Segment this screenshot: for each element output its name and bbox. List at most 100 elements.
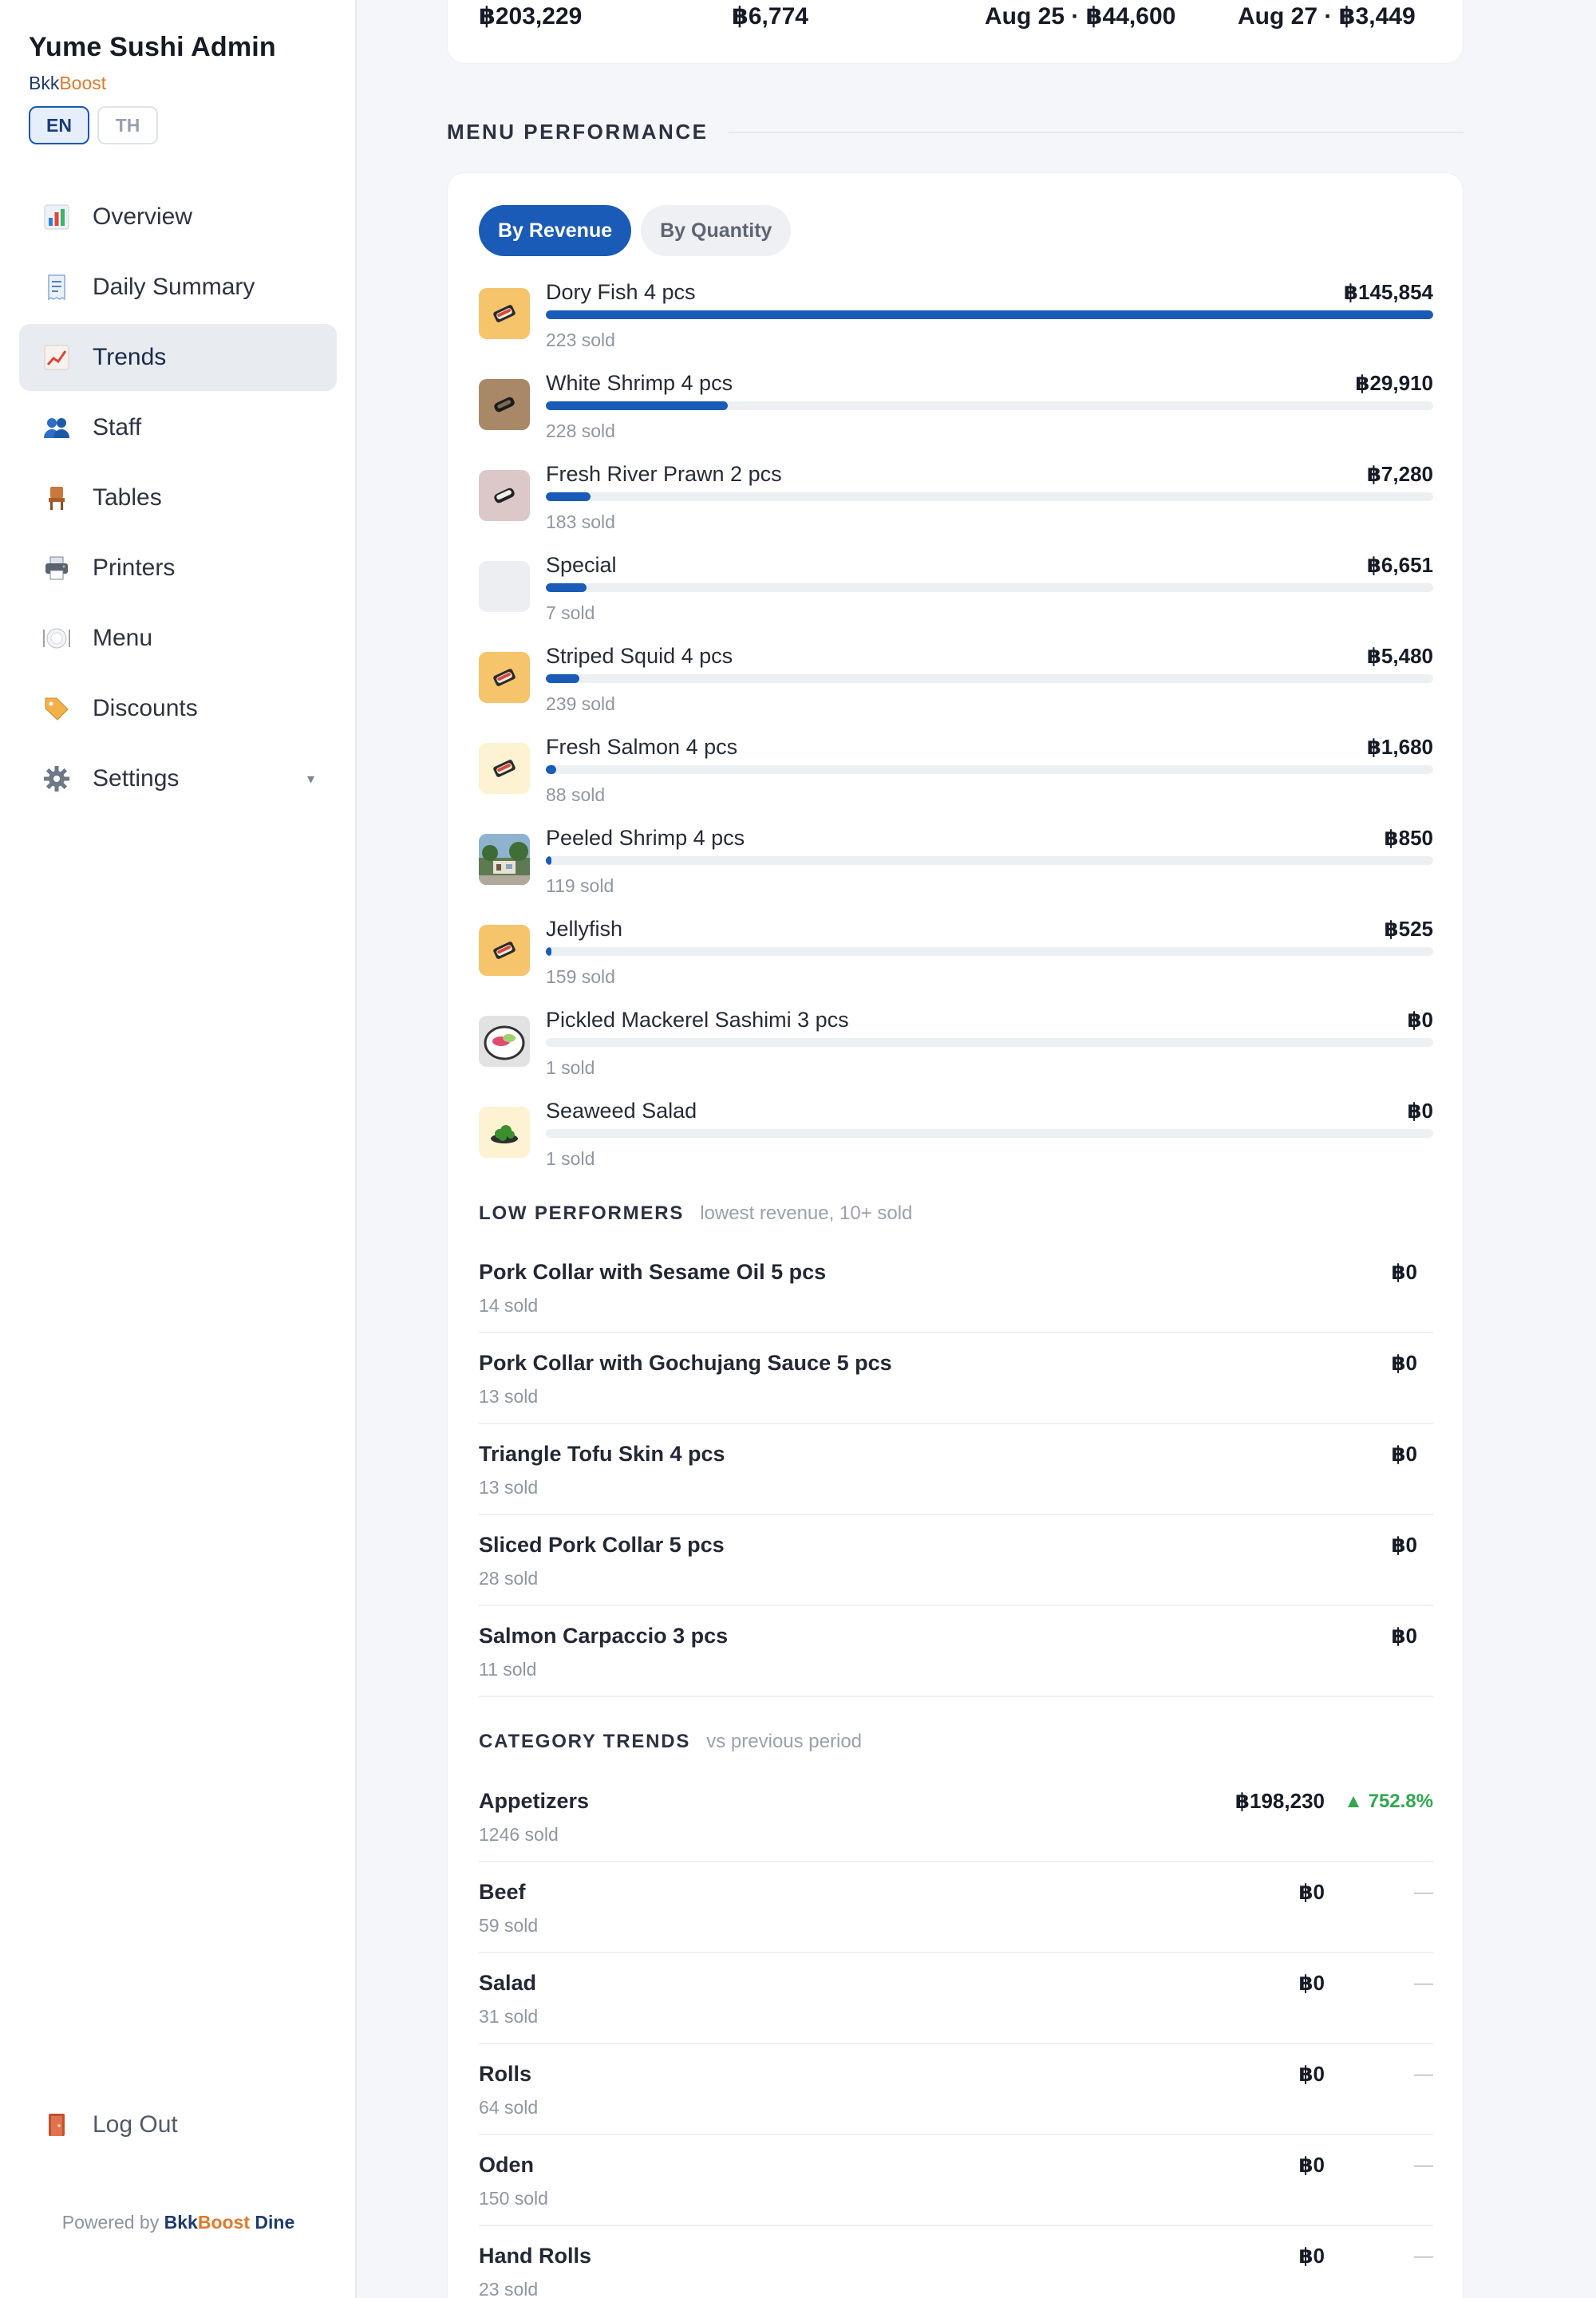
sidebar-item-settings[interactable]: Settings ▾ — [19, 745, 337, 812]
menu-item-row: Jellyfish ฿525 159 sold — [479, 917, 1433, 1008]
placeholder-thumbnail — [479, 561, 530, 612]
revenue-bar-fill — [546, 765, 557, 774]
menu-item-revenue: ฿6,651 — [1366, 553, 1433, 577]
menu-item-revenue: ฿0 — [1407, 1008, 1433, 1032]
sidebar-item-label: Printers — [93, 555, 176, 581]
sidebar-item-label: Trends — [93, 344, 167, 370]
menu-performance-heading: MENU PERFORMANCE — [447, 120, 1464, 144]
category-revenue: ฿198,230 — [1235, 1789, 1325, 1813]
sort-tabs: By Revenue By Quantity — [479, 205, 792, 256]
menu-item-row: White Shrimp 4 pcs ฿29,910 228 sold — [479, 371, 1433, 462]
logout-button[interactable]: Log Out — [41, 2110, 178, 2140]
low-performer-revenue: ฿0 — [1391, 1442, 1417, 1466]
revenue-bar-track — [546, 492, 1433, 501]
menu-item-sold: 228 sold — [546, 421, 615, 441]
menu-item-name: White Shrimp 4 pcs — [546, 371, 733, 395]
sidebar-item-label: Settings — [93, 765, 180, 792]
revenue-bar-track — [546, 583, 1433, 592]
app-title: Yume Sushi Admin — [29, 32, 276, 62]
section-title: MENU PERFORMANCE — [447, 120, 709, 144]
revenue-bar-fill — [546, 492, 591, 501]
sidebar-item-discounts[interactable]: Discounts — [19, 675, 337, 742]
sidebar-item-label: Overview — [93, 203, 193, 230]
sidebar-item-daily-summary[interactable]: Daily Summary — [19, 254, 337, 321]
restaurant-photo-icon — [479, 834, 530, 885]
seaweed-icon — [479, 1107, 530, 1158]
low-performers-title: LOW PERFORMERS — [479, 1202, 685, 1224]
category-trend-row: Salad 31 sold ฿0 — — [479, 1953, 1433, 2044]
category-trend-row: Appetizers 1246 sold ฿198,230 ▲ 752.8% — [479, 1771, 1433, 1862]
stat-total-revenue: ฿203,229 — [479, 3, 583, 30]
revenue-bar-fill — [546, 947, 551, 956]
low-performer-name: Pork Collar with Sesame Oil 5 pcs — [479, 1260, 827, 1284]
category-change: — — [1414, 2154, 1433, 2176]
menu-item-name: Seaweed Salad — [546, 1099, 697, 1123]
brand-part2: Boost — [59, 73, 107, 93]
low-performer-name: Salmon Carpaccio 3 pcs — [479, 1624, 729, 1648]
low-performer-sold: 28 sold — [479, 1568, 539, 1589]
menu-item-row: Fresh Salmon 4 pcs ฿1,680 88 sold — [479, 735, 1433, 826]
tab-by-revenue[interactable]: By Revenue — [479, 205, 632, 256]
menu-item-row: Striped Squid 4 pcs ฿5,480 239 sold — [479, 644, 1433, 735]
menu-item-revenue: ฿850 — [1384, 826, 1433, 850]
menu-item-name: Pickled Mackerel Sashimi 3 pcs — [546, 1008, 849, 1032]
low-performer-name: Pork Collar with Gochujang Sauce 5 pcs — [479, 1351, 892, 1375]
trend-up-icon — [41, 342, 72, 373]
gear-icon — [41, 764, 72, 794]
lang-th-button[interactable]: TH — [97, 106, 158, 144]
category-trends-heading: CATEGORY TRENDS vs previous period — [479, 1731, 862, 1753]
menu-item-revenue: ฿0 — [1407, 1099, 1433, 1123]
tab-by-quantity[interactable]: By Quantity — [641, 205, 792, 256]
menu-item-name: Peeled Shrimp 4 pcs — [546, 826, 745, 850]
category-name: Oden — [479, 2153, 535, 2177]
sidebar-item-staff[interactable]: Staff — [19, 394, 337, 461]
stat-best-day: Aug 25 · ฿44,600 — [985, 3, 1176, 30]
summary-stats-card: ฿203,229 ฿6,774 Aug 25 · ฿44,600 Aug 27 … — [447, 0, 1464, 64]
menu-item-revenue: ฿1,680 — [1366, 735, 1433, 759]
category-name: Rolls — [479, 2062, 532, 2086]
sidebar-item-label: Staff — [93, 414, 142, 440]
sushi-bento-icon — [479, 288, 530, 339]
chevron-down-icon[interactable]: ▾ — [307, 771, 314, 788]
stat-average: ฿6,774 — [732, 3, 808, 30]
menu-item-name: Jellyfish — [546, 917, 623, 941]
sidebar-item-tables[interactable]: Tables — [19, 464, 337, 531]
sidebar-item-menu[interactable]: Menu — [19, 605, 337, 672]
category-trend-row: Rolls 64 sold ฿0 — — [479, 2044, 1433, 2135]
category-revenue: ฿0 — [1298, 2244, 1325, 2268]
low-performer-sold: 14 sold — [479, 1295, 539, 1316]
low-performer-row: Pork Collar with Sesame Oil 5 pcs 14 sold… — [479, 1242, 1433, 1333]
sidebar-item-trends[interactable]: Trends — [19, 324, 337, 391]
low-performer-sold: 13 sold — [479, 1386, 539, 1407]
language-switcher: EN TH — [29, 106, 158, 144]
sidebar-item-label: Daily Summary — [93, 274, 255, 300]
menu-item-sold: 88 sold — [546, 784, 606, 805]
sidebar-item-overview[interactable]: Overview — [19, 184, 337, 251]
sidebar-item-printers[interactable]: Printers — [19, 535, 337, 602]
sidebar: Yume Sushi Admin BkkBoost EN TH Overview… — [0, 0, 357, 2298]
category-trends-note: vs previous period — [706, 1731, 863, 1752]
people-icon — [41, 413, 72, 443]
category-revenue: ฿0 — [1298, 1971, 1325, 1995]
menu-item-name: Special — [546, 553, 617, 577]
sushi-bento-icon — [479, 925, 530, 976]
menu-item-name: Fresh Salmon 4 pcs — [546, 735, 738, 759]
low-performers-list: Pork Collar with Sesame Oil 5 pcs 14 sold… — [479, 1242, 1433, 1697]
low-performer-sold: 11 sold — [479, 1659, 537, 1680]
category-change: — — [1414, 1972, 1433, 1994]
category-change: — — [1414, 2063, 1433, 2085]
category-revenue: ฿0 — [1298, 1880, 1325, 1904]
menu-item-revenue: ฿7,280 — [1366, 462, 1433, 486]
brand-part1: Bkk — [29, 73, 60, 93]
printer-icon — [41, 553, 72, 583]
category-change: ▲ 752.8% — [1344, 1791, 1433, 1812]
category-sold: 64 sold — [479, 2097, 539, 2118]
menu-item-name: Fresh River Prawn 2 pcs — [546, 462, 782, 486]
low-performer-row: Salmon Carpaccio 3 pcs 11 sold ฿0 — [479, 1606, 1433, 1697]
category-trend-row: Hand Rolls 23 sold ฿0 — — [479, 2226, 1433, 2298]
revenue-bar-fill — [546, 583, 587, 592]
lang-en-button[interactable]: EN — [29, 106, 89, 144]
sidebar-item-label: Menu — [93, 625, 153, 651]
revenue-bar-track — [546, 947, 1433, 956]
sushi-bento-icon — [479, 743, 530, 794]
